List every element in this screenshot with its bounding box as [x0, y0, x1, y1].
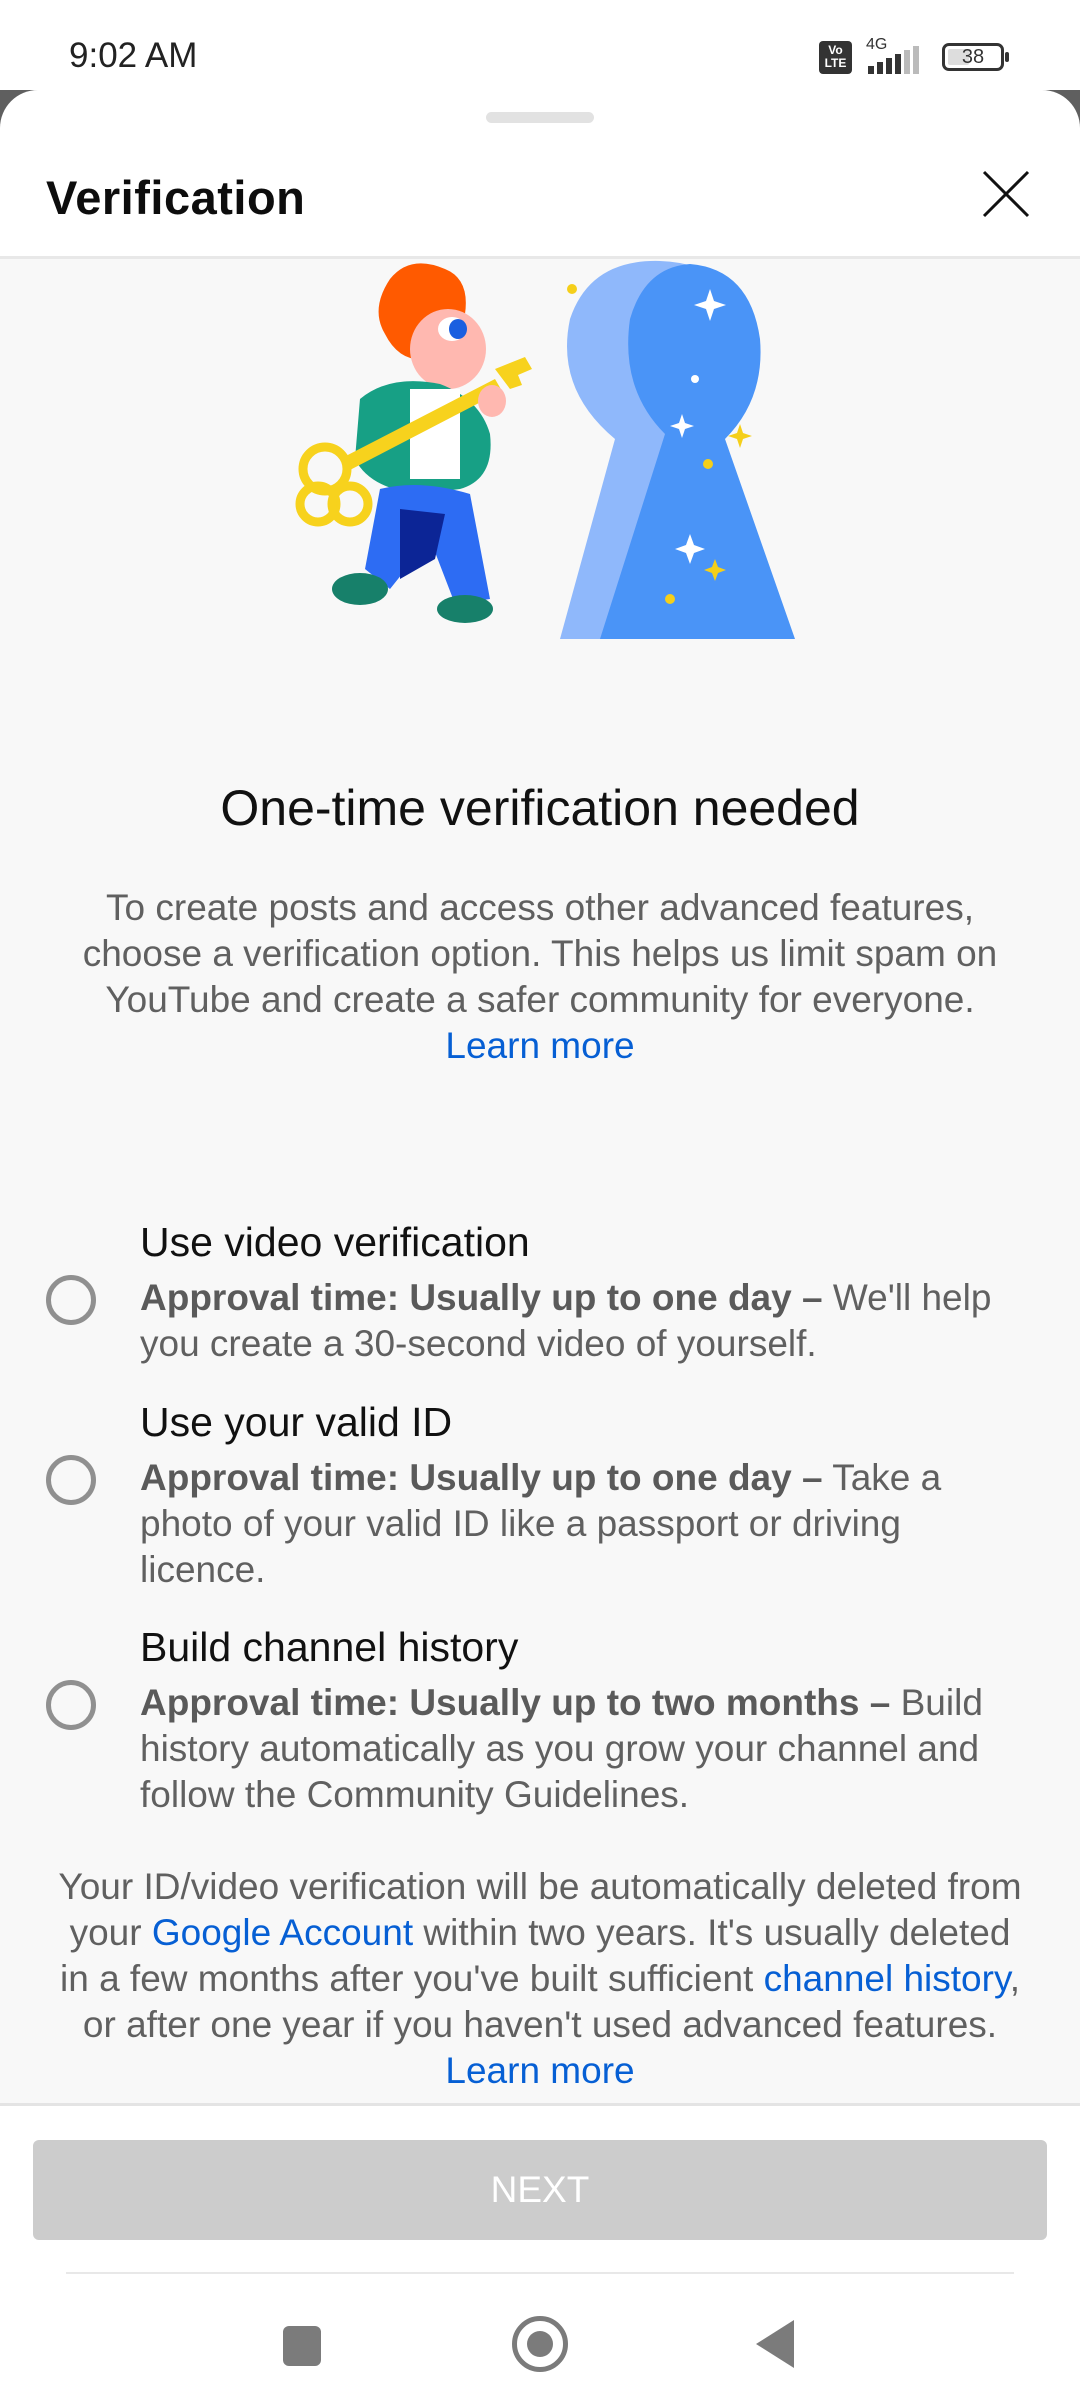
footer-learn-more-link[interactable]: Learn more	[55, 2048, 1025, 2094]
home-icon[interactable]	[512, 2316, 568, 2372]
battery-level: 38	[961, 46, 985, 68]
option-description: Approval time: Usually up to two months …	[140, 1682, 983, 1815]
option-title: Use video verification	[140, 1219, 530, 1265]
deletion-notice: Your ID/video verification will be autom…	[55, 1864, 1025, 2094]
recent-apps-icon[interactable]	[283, 2326, 321, 2366]
bottom-bar: NEXT	[0, 2103, 1080, 2400]
option-title: Build channel history	[140, 1624, 519, 1670]
key-keyhole-illustration	[295, 260, 795, 639]
page-heading: One-time verification needed	[220, 780, 860, 836]
volte-icon: Vo LTE	[819, 40, 852, 74]
radio-channel-history[interactable]	[46, 1680, 96, 1730]
signal-icon: 4G	[862, 36, 932, 74]
divider	[66, 2272, 1014, 2274]
option-title: Use your valid ID	[140, 1399, 453, 1445]
next-button[interactable]: NEXT	[33, 2140, 1047, 2240]
option-channel-history[interactable]: Build channel history Approval time: Usu…	[0, 1624, 1080, 1815]
learn-more-link[interactable]: Learn more	[445, 1025, 634, 1066]
option-description: Approval time: Usually up to one day – W…	[140, 1277, 992, 1364]
status-bar: 9:02 AM Vo LTE 4G 38	[0, 0, 1080, 90]
status-icons: Vo LTE 4G 38	[819, 36, 1009, 74]
radio-video-verification[interactable]	[46, 1275, 96, 1325]
drag-handle[interactable]	[486, 112, 594, 123]
verification-bottom-sheet: Verification One-time verification neede…	[0, 90, 1080, 2400]
sheet-header: Verification	[0, 130, 1080, 259]
back-icon[interactable]	[756, 2320, 794, 2368]
radio-valid-id[interactable]	[46, 1455, 96, 1505]
battery-icon: 38	[942, 43, 1009, 71]
option-valid-id[interactable]: Use your valid ID Approval time: Usually…	[0, 1399, 1080, 1590]
option-video-verification[interactable]: Use video verification Approval time: Us…	[0, 1219, 1080, 1369]
google-account-link[interactable]: Google Account	[152, 1912, 413, 1953]
sheet-content: One-time verification needed To create p…	[0, 259, 1080, 2103]
status-time: 9:02 AM	[69, 36, 198, 75]
channel-history-link[interactable]: channel history	[764, 1958, 1010, 1999]
option-description: Approval time: Usually up to one day – T…	[140, 1457, 942, 1590]
close-button[interactable]	[976, 164, 1036, 224]
intro-text: To create posts and access other advance…	[82, 887, 998, 1066]
sheet-title: Verification	[46, 171, 306, 224]
close-icon	[982, 170, 1030, 218]
